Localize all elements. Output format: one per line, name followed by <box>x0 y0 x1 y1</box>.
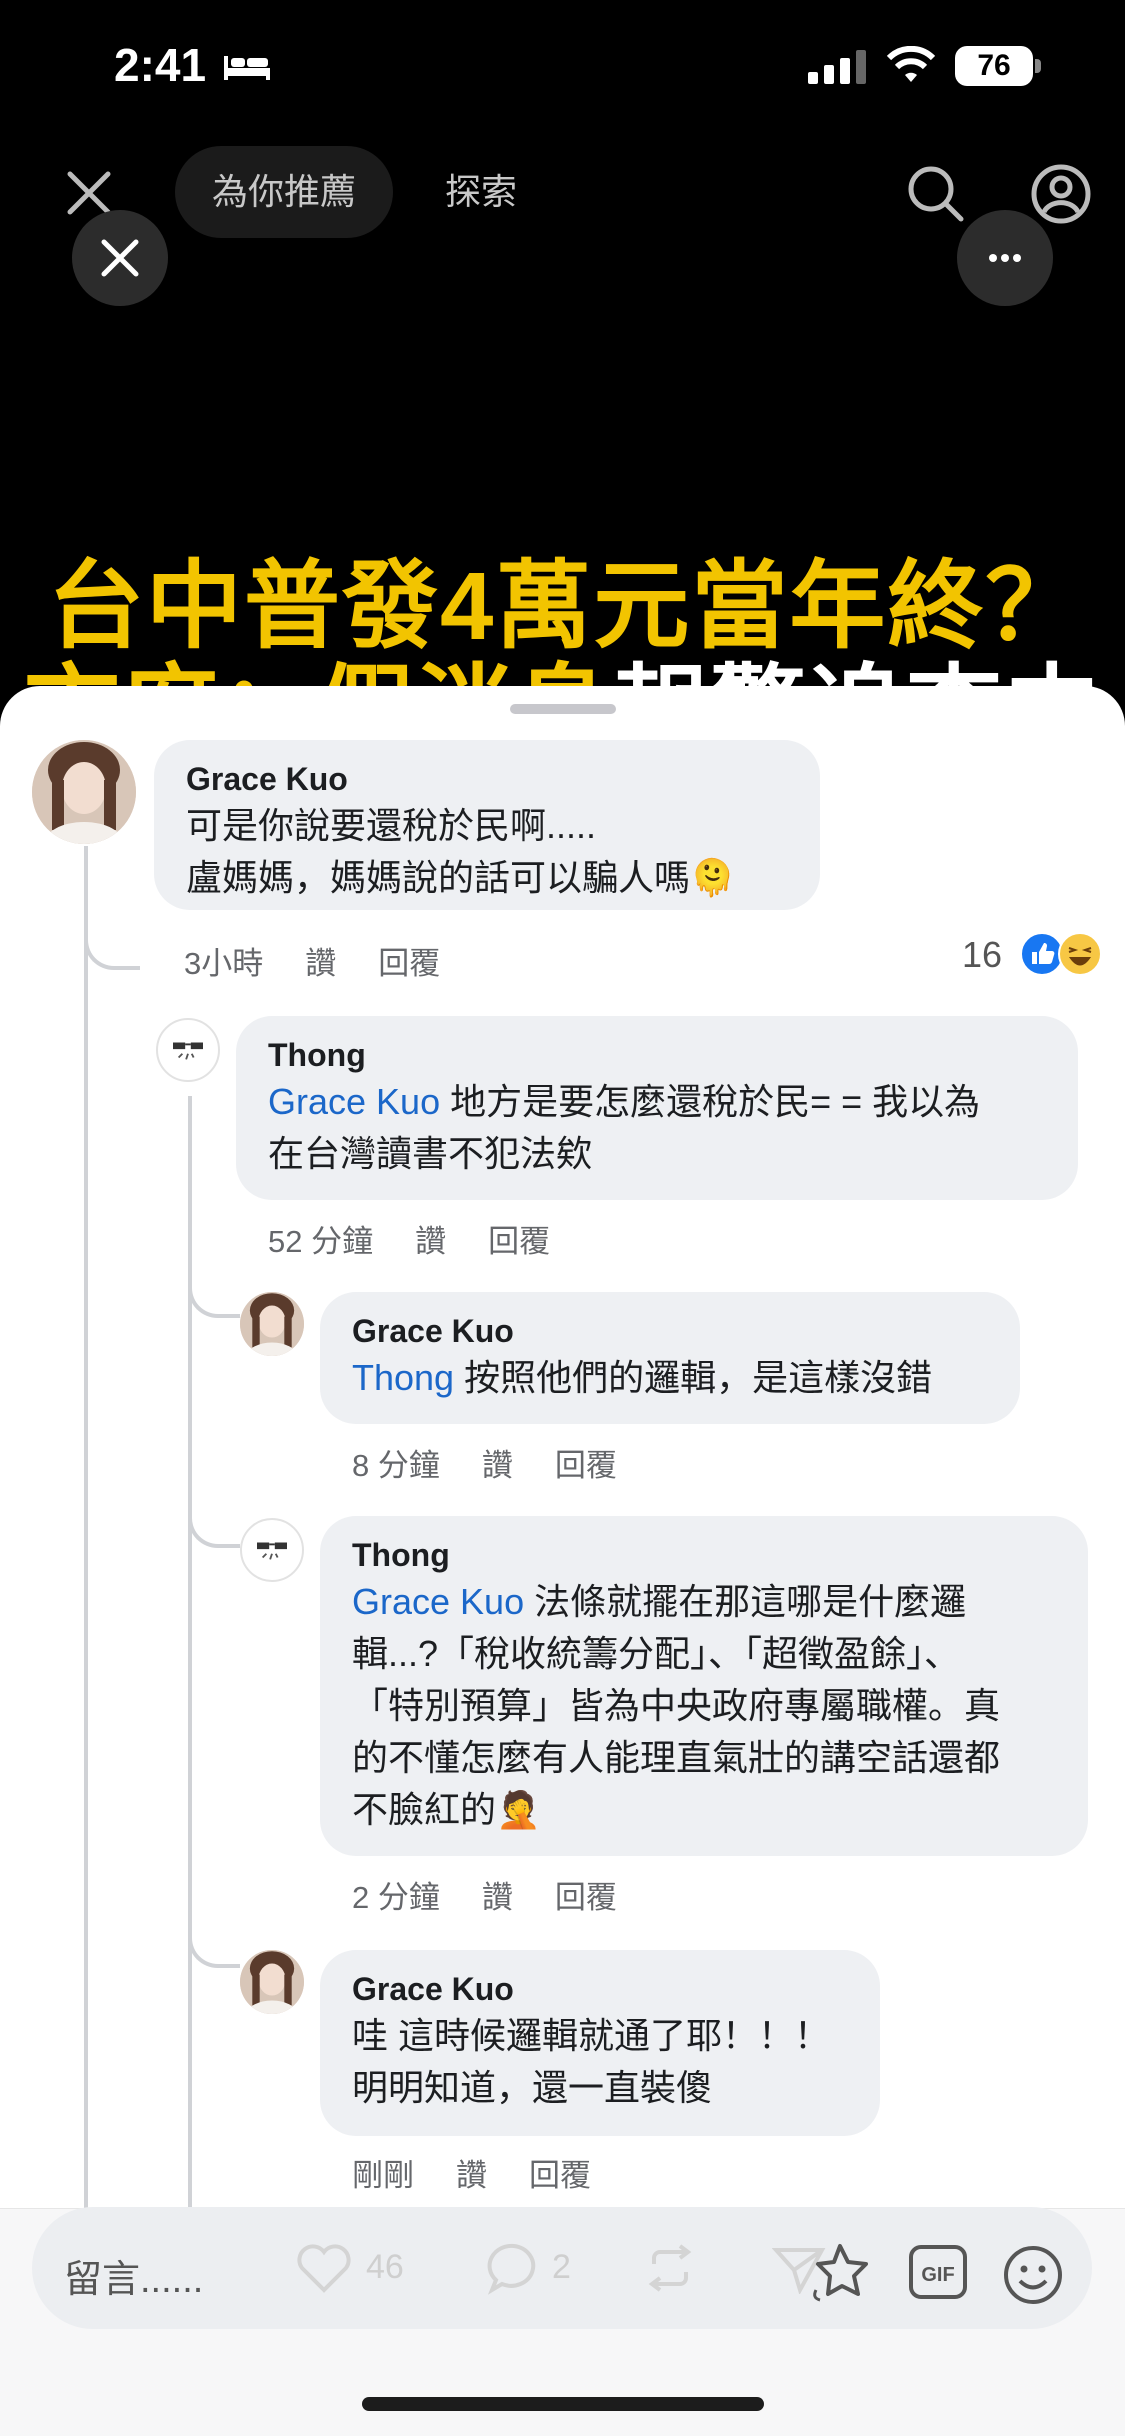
comment-time: 剛剛 <box>352 2158 414 2193</box>
home-indicator[interactable] <box>362 2397 764 2411</box>
cartoon-face-icon <box>173 1042 203 1060</box>
comment-bubble[interactable]: Thong Grace Kuo 地方是要怎麼還稅於民= = 我以為 在台灣讀書不… <box>236 1016 1078 1200</box>
wifi-icon <box>886 46 936 82</box>
haha-icon <box>1058 932 1102 976</box>
reply-link[interactable]: 回覆 <box>378 946 440 981</box>
battery-nub <box>1035 59 1041 73</box>
avatar[interactable] <box>240 1950 304 2014</box>
comments-sheet: Grace Kuo 可是你說要還稅於民啊..... 盧媽媽，媽媽說的話可以騙人嗎… <box>0 686 1125 2436</box>
comment-text: 地方是要怎麼還稅於民= = 我以為 <box>440 1081 981 1122</box>
comment-text-line: Grace Kuo 地方是要怎麼還稅於民= = 我以為 <box>268 1076 1046 1128</box>
search-icon[interactable] <box>905 163 965 223</box>
thread-line-main <box>84 846 88 2436</box>
comment-text-line: Thong 按照他們的邏輯，是這樣沒錯 <box>352 1352 988 1404</box>
close-button[interactable] <box>72 210 168 306</box>
reply-link[interactable]: 回覆 <box>488 1224 550 1259</box>
sheet-grabber[interactable] <box>510 704 616 714</box>
close-icon <box>101 239 139 277</box>
like-link[interactable]: 讚 <box>482 1880 513 1915</box>
thread-branch <box>188 1266 240 1318</box>
comment-text-line: 明明知道，還一直裝傻 <box>352 2067 713 2108</box>
emoji-icon[interactable] <box>1002 2244 1064 2306</box>
reply-link[interactable]: 回覆 <box>555 1448 617 1483</box>
comment-author[interactable]: Thong <box>352 1534 1056 1576</box>
comment-time: 52 分鐘 <box>268 1224 374 1259</box>
thread-branch <box>188 1496 240 1548</box>
comment-input-placeholder[interactable]: 留言...... <box>64 2248 203 2303</box>
comment-author[interactable]: Grace Kuo <box>186 758 788 800</box>
comment-text-line: 盧媽媽，媽媽說的話可以騙人嗎🫠 <box>186 852 788 904</box>
comment-author[interactable]: Thong <box>268 1034 1046 1076</box>
avatar[interactable] <box>240 1292 304 1356</box>
comment-time: 3小時 <box>184 946 264 981</box>
like-link[interactable]: 讚 <box>305 946 336 981</box>
comment-author[interactable]: Grace Kuo <box>352 1968 848 2010</box>
mention-link[interactable]: Grace Kuo <box>352 1581 524 1622</box>
more-icon <box>989 254 1021 262</box>
status-bar: 2:41 76 <box>0 0 1125 140</box>
repost-icon[interactable] <box>642 2242 698 2294</box>
cellular-signal-icon <box>808 50 866 84</box>
avatar[interactable] <box>240 1518 304 1582</box>
heart-icon[interactable] <box>296 2242 352 2294</box>
reaction-count: 16 <box>962 934 1003 975</box>
comment-meta: 3小時 讚 回覆 <box>184 938 482 983</box>
comment-text: 不臉紅的 <box>352 1789 497 1830</box>
comment-text-line: 哇 這時候邏輯就通了耶！！！ <box>352 2015 831 2056</box>
comment-author[interactable]: Grace Kuo <box>352 1310 988 1352</box>
person-photo-icon <box>32 740 136 844</box>
thread-branch <box>84 906 140 970</box>
thread-branch <box>188 1916 240 1968</box>
comment-text-line: 輯...?「稅收統籌分配」、「超徵盈餘」、 <box>352 1633 961 1674</box>
avatar[interactable] <box>156 1018 220 1082</box>
comment-time: 8 分鐘 <box>352 1448 440 1483</box>
comment-count: 2 <box>552 2248 571 2286</box>
comment-text: 按照他們的邏輯，是這樣沒錯 <box>454 1357 933 1398</box>
comment-text-line: 在台灣讀書不犯法欸 <box>268 1133 593 1174</box>
comment-text-line: 不臉紅的🤦 <box>352 1784 1056 1836</box>
comment-bubble[interactable]: Grace Kuo Thong 按照他們的邏輯，是這樣沒錯 <box>320 1292 1020 1424</box>
comment-text-line: Grace Kuo 法條就擺在那這哪是什麼邏 <box>352 1576 1056 1628</box>
battery-level: 76 <box>955 46 1033 86</box>
comment-meta: 52 分鐘 讚 回覆 <box>268 1216 592 1261</box>
post-headline: 台中普發4萬元當年終？ 市府：假消息報警追查中 <box>0 520 1125 690</box>
reply-link[interactable]: 回覆 <box>529 2158 591 2193</box>
person-photo-icon <box>240 1950 304 2014</box>
gif-icon-label: GIF <box>921 2264 954 2286</box>
reply-link[interactable]: 回覆 <box>555 1880 617 1915</box>
sleep-focus-icon <box>224 56 270 80</box>
cartoon-face-icon <box>257 1542 287 1560</box>
like-link[interactable]: 讚 <box>482 1448 513 1483</box>
comment-meta: 2 分鐘 讚 回覆 <box>352 1872 659 1917</box>
comment-bubble[interactable]: Grace Kuo 哇 這時候邏輯就通了耶！！！ 明明知道，還一直裝傻 <box>320 1950 880 2136</box>
comment-text: 盧媽媽，媽媽說的話可以騙人嗎 <box>186 857 691 898</box>
avatar[interactable] <box>32 740 136 844</box>
melting-face-emoji: 🫠 <box>690 857 735 898</box>
like-link[interactable]: 讚 <box>456 2158 487 2193</box>
sticker-icon[interactable] <box>810 2240 876 2304</box>
mention-link[interactable]: Grace Kuo <box>268 1081 440 1122</box>
headline-line2: 市府：假消息報警追查中 <box>24 632 1102 690</box>
gif-icon[interactable]: GIF <box>908 2244 968 2300</box>
comment-bubble[interactable]: Thong Grace Kuo 法條就擺在那這哪是什麼邏 輯...?「稅收統籌分… <box>320 1516 1088 1856</box>
status-time: 2:41 <box>114 39 207 91</box>
comment-bubble[interactable]: Grace Kuo 可是你說要還稅於民啊..... 盧媽媽，媽媽說的話可以騙人嗎… <box>154 740 820 910</box>
mention-link[interactable]: Thong <box>352 1357 454 1398</box>
person-photo-icon <box>240 1292 304 1356</box>
battery-indicator: 76 <box>955 46 1041 86</box>
more-options-button[interactable] <box>957 210 1053 306</box>
tab-recommended[interactable]: 為你推薦 <box>175 146 393 238</box>
like-link[interactable]: 讚 <box>415 1224 446 1259</box>
comment-time: 2 分鐘 <box>352 1880 440 1915</box>
comment-meta: 剛剛 讚 回覆 <box>352 2150 633 2195</box>
tab-explore[interactable]: 探索 <box>445 146 517 238</box>
like-count: 46 <box>366 2248 404 2286</box>
comment-meta: 8 分鐘 讚 回覆 <box>352 1440 659 1485</box>
comment-text-line: 的不懂怎麼有人能理直氣壯的講空話還都 <box>352 1737 1001 1778</box>
comment-icon[interactable] <box>486 2240 542 2296</box>
comment-text-line: 「特別預算」皆為中央政府專屬職權。真 <box>352 1685 1001 1726</box>
comment-text: 法條就擺在那這哪是什麼邏 <box>524 1581 967 1622</box>
comment-text-line: 可是你說要還稅於民啊..... <box>186 805 597 846</box>
facepalm-emoji: 🤦 <box>496 1789 541 1830</box>
